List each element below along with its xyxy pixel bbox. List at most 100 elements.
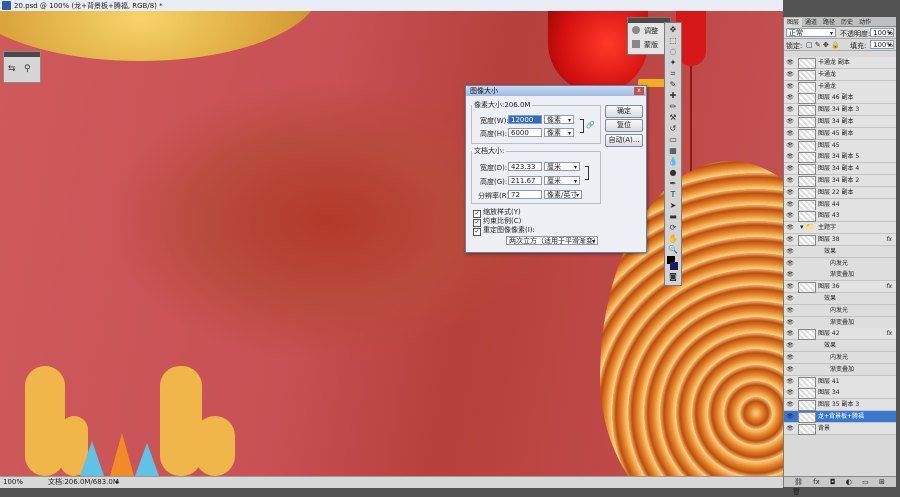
layer-row[interactable]: 👁 图层 34 副本	[784, 116, 896, 128]
layer-row[interactable]: 👁 龙+背景板+腾福	[784, 411, 896, 423]
visibility-eye-icon[interactable]: 👁	[786, 295, 794, 302]
lock-icons[interactable]: ▢ ✎ ✥ 🔒	[806, 41, 840, 49]
layer-row[interactable]: 👁 图层 35 副本 3	[784, 399, 896, 412]
resample-checkbox[interactable]: ✓ 重定图像像素(I):	[473, 225, 535, 236]
history-brush-tool-icon[interactable]: ↺	[667, 124, 679, 133]
width-input[interactable]: 12000	[508, 115, 542, 124]
layer-effect-row[interactable]: 👁 效果	[784, 340, 896, 353]
layer-row[interactable]: 👁 卡通龙	[784, 80, 896, 93]
visibility-eye-icon[interactable]: 👁	[786, 201, 794, 208]
opacity-input[interactable]: 100%	[870, 28, 894, 38]
layer-row[interactable]: 👁 图层 36 fx	[784, 281, 896, 294]
healing-tool-icon[interactable]: ✚	[667, 91, 679, 100]
delete-layer-icon[interactable]: 🗑	[792, 488, 801, 496]
type-tool-icon[interactable]: T	[667, 190, 679, 199]
path-select-tool-icon[interactable]: ➤	[667, 201, 679, 210]
visibility-eye-icon[interactable]: 👁	[786, 260, 794, 267]
visibility-eye-icon[interactable]: 👁	[786, 271, 794, 278]
resample-method-select[interactable]: 两次立方（适用于平滑渐变）	[506, 236, 600, 246]
visibility-eye-icon[interactable]: 👁	[786, 319, 794, 326]
marquee-tool-icon[interactable]: ⬚	[667, 36, 679, 45]
layer-row[interactable]: 👁 图层 46 副本	[784, 92, 896, 105]
layer-fx-badge[interactable]: fx	[886, 234, 892, 245]
eyedropper-tool-icon[interactable]: ✎	[667, 80, 679, 89]
background-color-swatch[interactable]	[670, 262, 678, 270]
layer-row[interactable]: 👁 卡通龙	[784, 68, 896, 81]
gradient-tool-icon[interactable]: ▦	[667, 146, 679, 155]
visibility-eye-icon[interactable]: 👁	[786, 224, 794, 231]
doc-height-input[interactable]: 211.67	[508, 176, 542, 185]
magic-wand-tool-icon[interactable]: ✦	[667, 58, 679, 67]
layer-row[interactable]: 👁 卡通龙 副本	[784, 57, 896, 69]
eraser-tool-icon[interactable]: ▭	[667, 135, 679, 144]
layer-row[interactable]: 👁 图层 34 副本 2	[784, 175, 896, 187]
visibility-eye-icon[interactable]: 👁	[786, 307, 794, 314]
visibility-eye-icon[interactable]: 👁	[786, 94, 794, 101]
close-icon[interactable]: x	[634, 87, 644, 95]
visibility-eye-icon[interactable]: 👁	[786, 378, 794, 385]
layer-row[interactable]: 👁 图层 34 副本 5	[784, 151, 896, 164]
visibility-eye-icon[interactable]: 👁	[786, 153, 794, 160]
layer-row[interactable]: 👁 图层 45	[784, 139, 896, 152]
layer-effect-row[interactable]: 👁 效果	[784, 293, 896, 305]
visibility-eye-icon[interactable]: 👁	[786, 189, 794, 196]
visibility-eye-icon[interactable]: 👁	[786, 59, 794, 66]
visibility-eye-icon[interactable]: 👁	[786, 342, 794, 349]
layer-row[interactable]: 👁 图层 41	[784, 375, 896, 388]
height-input[interactable]: 6000	[508, 128, 542, 137]
blend-mode-select[interactable]: 正常	[786, 28, 836, 38]
layer-row[interactable]: 👁 图层 34 副本 3	[784, 104, 896, 117]
layer-row[interactable]: 👁 背景	[784, 422, 896, 435]
width-unit-select[interactable]: 像素	[544, 115, 574, 125]
adjustment-layer-icon[interactable]: ◐	[846, 478, 852, 486]
doc-height-unit-select[interactable]: 厘米	[544, 176, 580, 186]
layer-row[interactable]: 👁 图层 34 副本 4	[784, 163, 896, 176]
layer-row[interactable]: 👁 图层 34	[784, 387, 896, 400]
visibility-eye-icon[interactable]: 👁	[786, 118, 794, 125]
resolution-unit-select[interactable]: 像素/英寸	[544, 190, 582, 200]
layer-effect-row[interactable]: 👁 渐变叠加	[784, 269, 896, 282]
visibility-eye-icon[interactable]: 👁	[786, 401, 794, 408]
blur-tool-icon[interactable]: 💧	[667, 157, 679, 166]
folder-icon[interactable]: ▾ 📁	[800, 222, 814, 233]
layer-row[interactable]: 👁 图层 42 fx	[784, 328, 896, 341]
quick-mask-icon[interactable]: ◙	[667, 272, 679, 281]
visibility-eye-icon[interactable]: 👁	[786, 413, 794, 420]
layer-effect-row[interactable]: 👁 效果	[784, 245, 896, 258]
lasso-tool-icon[interactable]: ◌	[667, 47, 679, 56]
link-layers-icon[interactable]: ⛓	[794, 478, 803, 486]
layer-row[interactable]: 👁 图层 22 副本	[784, 186, 896, 199]
shape-tool-icon[interactable]: ▬	[667, 212, 679, 221]
layer-row[interactable]: 👁 图层 43	[784, 210, 896, 223]
layer-row[interactable]: 👁 图层 45 副本	[784, 127, 896, 140]
visibility-eye-icon[interactable]: 👁	[786, 83, 794, 90]
tab-layers[interactable]: 图层	[784, 18, 803, 27]
fill-input[interactable]: 100%	[870, 40, 894, 50]
tab-history[interactable]: 历史	[838, 18, 856, 27]
layer-group-row[interactable]: 👁 ▾ 📁 主题字	[784, 222, 896, 235]
new-group-icon[interactable]: ▭	[862, 478, 869, 486]
layer-row[interactable]: 👁 图层 44	[784, 198, 896, 211]
height-unit-select[interactable]: 像素	[544, 128, 574, 138]
tab-actions[interactable]: 动作	[856, 18, 874, 27]
mini-tool-panel[interactable]: ⇆ ⚲	[3, 51, 41, 83]
visibility-eye-icon[interactable]: 👁	[786, 248, 794, 255]
visibility-eye-icon[interactable]: 👁	[786, 354, 794, 361]
crop-tool-icon[interactable]: ⌗	[667, 69, 679, 78]
layer-effect-row[interactable]: 👁 内发光	[784, 304, 896, 317]
3d-rotate-tool-icon[interactable]: ⟳	[667, 223, 679, 232]
tab-channels[interactable]: 通道	[802, 18, 820, 27]
add-mask-icon[interactable]: ◘	[830, 478, 836, 486]
visibility-eye-icon[interactable]: 👁	[786, 130, 794, 137]
visibility-eye-icon[interactable]: 👁	[786, 366, 794, 373]
doc-width-input[interactable]: 423.33	[508, 162, 542, 171]
layer-effect-row[interactable]: 👁 渐变叠加	[784, 363, 896, 376]
tool-preset-icon[interactable]: ⚲	[24, 64, 31, 74]
layer-fx-badge[interactable]: fx	[886, 328, 892, 339]
resolution-input[interactable]: 72	[508, 190, 542, 199]
ok-button[interactable]: 确定	[605, 105, 643, 118]
hand-tool-icon[interactable]: ✋	[667, 234, 679, 243]
visibility-eye-icon[interactable]: 👁	[786, 425, 794, 432]
visibility-eye-icon[interactable]: 👁	[786, 71, 794, 78]
layer-effect-row[interactable]: 👁 渐变叠加	[784, 316, 896, 329]
